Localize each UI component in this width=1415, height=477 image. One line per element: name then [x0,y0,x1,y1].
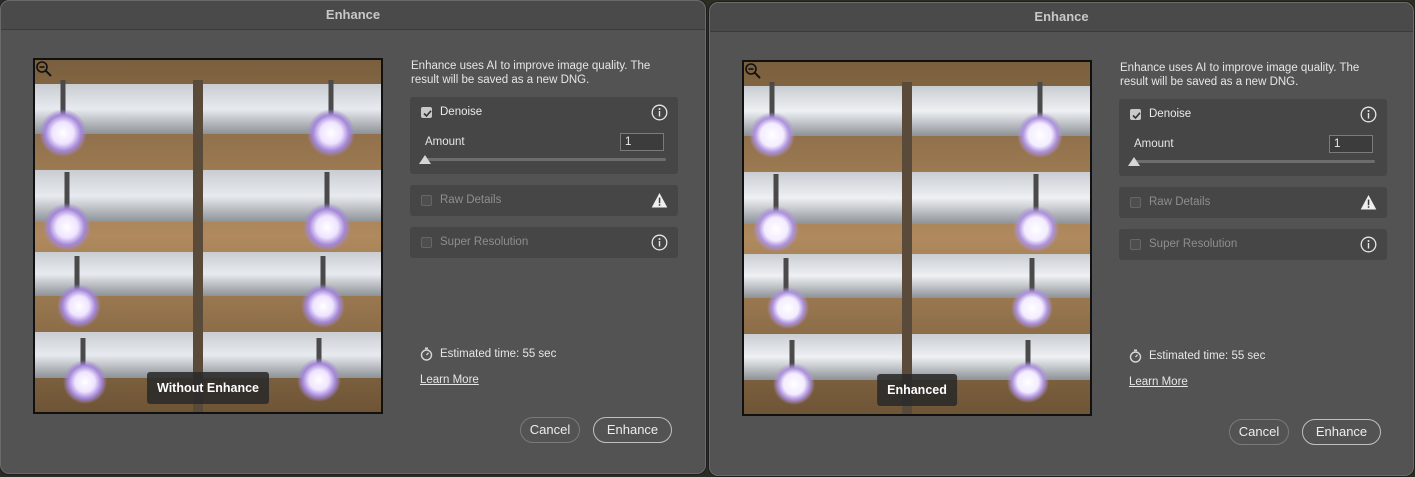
denoise-label: Denoise [440,106,483,118]
amount-input[interactable] [620,133,664,151]
info-icon[interactable] [1360,236,1377,253]
cancel-button[interactable]: Cancel [1229,419,1289,445]
preview-label: Enhanced [877,374,957,406]
preview-photo [744,62,1090,414]
raw-details-panel: Raw Details [410,185,678,216]
stopwatch-icon [1129,349,1142,363]
preview-label: Without Enhance [147,372,269,404]
super-resolution-label: Super Resolution [440,236,529,248]
dialog-title: Enhance [1,1,705,30]
zoom-out-icon[interactable] [35,60,53,78]
raw-details-label: Raw Details [440,194,502,206]
raw-details-checkbox[interactable] [1130,197,1141,208]
preview-photo [35,60,381,412]
super-resolution-checkbox[interactable] [421,237,432,248]
super-resolution-panel: Super Resolution [1119,229,1387,260]
info-icon[interactable] [651,234,668,251]
description-text: Enhance uses AI to improve image quality… [1120,62,1360,88]
stopwatch-icon [420,347,433,361]
image-preview[interactable]: Without Enhance [33,58,383,414]
raw-details-label: Raw Details [1149,196,1211,208]
estimated-time: Estimated time: 55 sec [1129,349,1265,363]
super-resolution-panel: Super Resolution [410,227,678,258]
checkmark-icon [423,110,432,118]
raw-details-checkbox[interactable] [421,195,432,206]
checkmark-icon [1132,112,1141,120]
image-preview[interactable]: Enhanced [742,60,1092,416]
dialog-title: Enhance [710,3,1413,32]
cancel-button[interactable]: Cancel [520,417,580,443]
estimated-time-text: Estimated time: 55 sec [1149,350,1266,362]
denoise-checkbox[interactable] [421,107,432,118]
enhance-button[interactable]: Enhance [1302,419,1381,445]
raw-details-panel: Raw Details [1119,187,1387,218]
amount-slider-thumb[interactable] [419,155,431,164]
learn-more-link[interactable]: Learn More [420,374,479,386]
denoise-panel: Denoise Amount [1119,99,1387,176]
super-resolution-label: Super Resolution [1149,238,1238,250]
amount-label: Amount [425,136,465,148]
amount-slider-track[interactable] [423,158,666,161]
amount-slider-thumb[interactable] [1128,157,1140,166]
enhance-dialog-without: Enhance Without Enhance Enhance uses AI … [0,0,706,474]
denoise-panel: Denoise Amount [410,97,678,174]
denoise-checkbox[interactable] [1130,109,1141,120]
info-icon[interactable] [651,104,668,121]
amount-slider-track[interactable] [1132,160,1375,163]
warning-icon[interactable] [1360,194,1377,211]
estimated-time-text: Estimated time: 55 sec [440,348,557,360]
learn-more-link[interactable]: Learn More [1129,376,1188,388]
denoise-label: Denoise [1149,108,1192,120]
amount-input[interactable] [1329,135,1373,153]
description-text: Enhance uses AI to improve image quality… [411,60,651,86]
super-resolution-checkbox[interactable] [1130,239,1141,250]
enhance-dialog-enhanced: Enhance Enhanced Enhance uses AI to impr… [709,2,1414,476]
estimated-time: Estimated time: 55 sec [420,347,556,361]
zoom-out-icon[interactable] [744,62,762,80]
enhance-button[interactable]: Enhance [593,417,672,443]
info-icon[interactable] [1360,106,1377,123]
amount-label: Amount [1134,138,1174,150]
warning-icon[interactable] [651,192,668,209]
